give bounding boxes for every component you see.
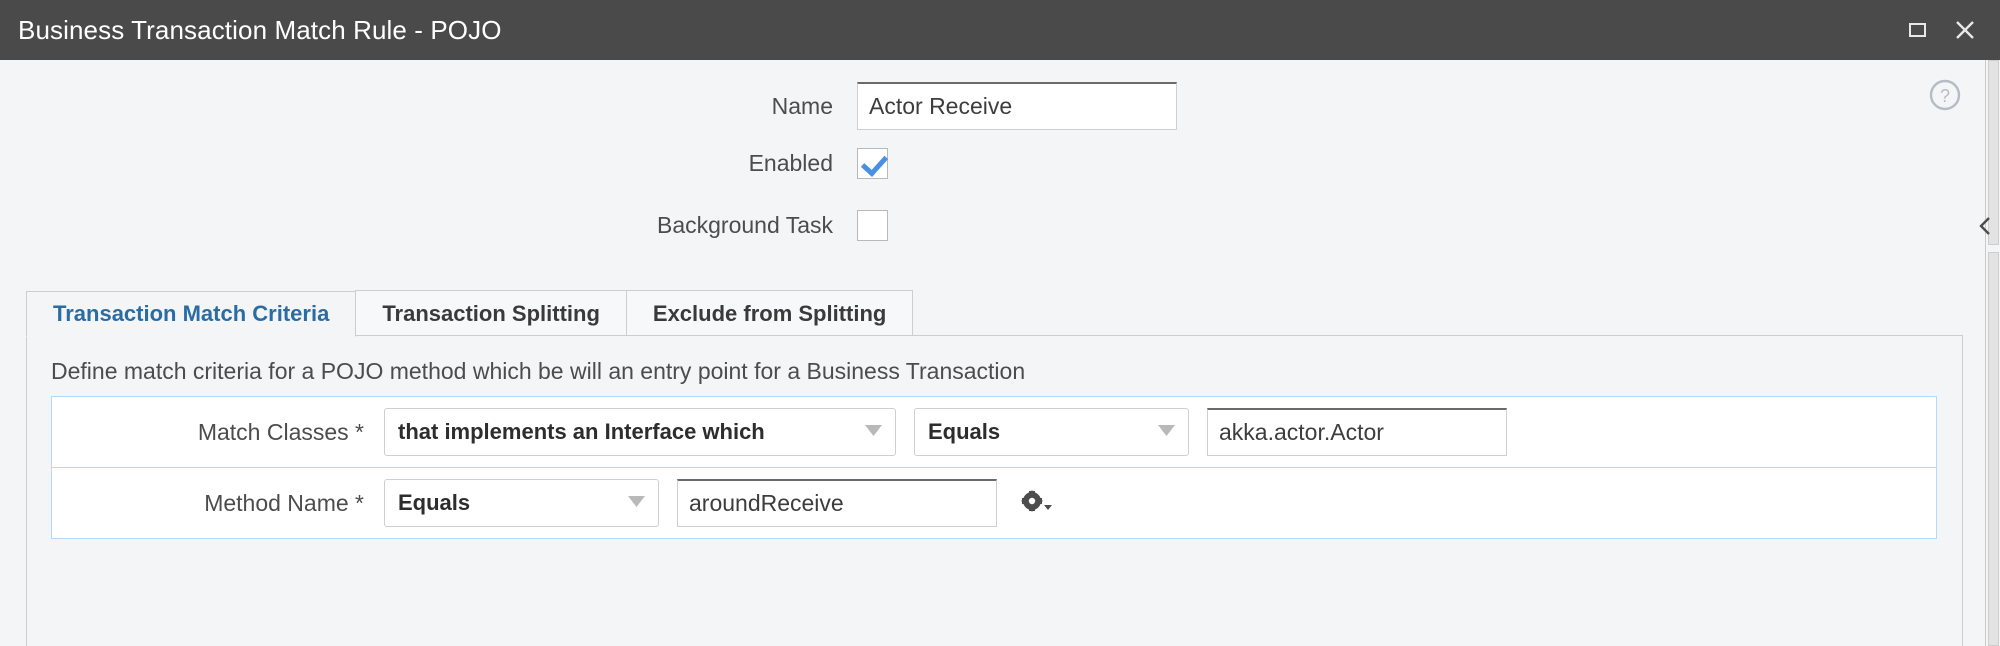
tab-transaction-match-criteria[interactable]: Transaction Match Criteria xyxy=(26,291,357,337)
criteria-row-match-classes: Match Classes * that implements an Inter… xyxy=(51,396,1937,468)
dropdown-value: Equals xyxy=(928,419,1001,444)
chevron-down-icon xyxy=(1140,423,1175,441)
match-classes-operator-dropdown[interactable]: Equals xyxy=(914,408,1189,456)
method-name-label: Method Name * xyxy=(204,489,364,516)
window-titlebar: Business Transaction Match Rule - POJO xyxy=(0,0,2000,60)
svg-text:?: ? xyxy=(1940,86,1950,106)
help-icon[interactable]: ? xyxy=(1928,78,1962,112)
enabled-checkbox[interactable] xyxy=(857,148,888,179)
dropdown-value: Equals xyxy=(398,490,471,515)
tab-label: Exclude from Splitting xyxy=(652,300,887,326)
background-task-label: Background Task xyxy=(656,212,833,238)
tab-panel-transaction-match-criteria: Define match criteria for a POJO method … xyxy=(26,335,1963,646)
window-title: Business Transaction Match Rule - POJO xyxy=(18,14,502,45)
field-row-background-task: Background Task xyxy=(597,210,888,241)
chevron-down-icon xyxy=(847,423,882,441)
match-classes-label: Match Classes * xyxy=(197,418,364,445)
right-scrollbar[interactable] xyxy=(1985,60,2000,646)
field-row-name: Name xyxy=(597,82,1177,130)
background-task-checkbox[interactable] xyxy=(857,210,888,241)
field-row-enabled: Enabled xyxy=(597,148,888,179)
maximize-icon[interactable] xyxy=(1904,17,1930,43)
tab-exclude-from-splitting[interactable]: Exclude from Splitting xyxy=(625,290,914,336)
match-classes-value-input[interactable] xyxy=(1207,408,1507,456)
match-classes-type-dropdown[interactable]: that implements an Interface which xyxy=(384,408,896,456)
tab-label: Transaction Splitting xyxy=(382,300,600,326)
enabled-label: Enabled xyxy=(748,150,833,176)
tab-label: Transaction Match Criteria xyxy=(53,301,330,326)
panel-description: Define match criteria for a POJO method … xyxy=(51,358,1026,384)
method-name-value-input[interactable] xyxy=(677,479,997,527)
gear-icon[interactable] xyxy=(1019,488,1053,518)
method-name-operator-dropdown[interactable]: Equals xyxy=(384,479,659,527)
tab-transaction-splitting[interactable]: Transaction Splitting xyxy=(355,290,627,336)
chevron-down-icon xyxy=(610,494,645,512)
close-icon[interactable] xyxy=(1952,17,1978,43)
window-controls xyxy=(1904,17,1978,43)
name-input[interactable] xyxy=(857,82,1177,130)
chevron-left-icon[interactable] xyxy=(1978,215,1992,237)
dialog-body: ? Name Enabled Background Task Transacti… xyxy=(0,60,2000,646)
name-label: Name xyxy=(771,92,833,119)
criteria-row-method-name: Method Name * Equals xyxy=(51,467,1937,539)
scrollbar-thumb-bottom[interactable] xyxy=(1988,252,1999,646)
dropdown-value: that implements an Interface which xyxy=(398,419,765,444)
tabstrip: Transaction Match Criteria Transaction S… xyxy=(26,290,1963,337)
